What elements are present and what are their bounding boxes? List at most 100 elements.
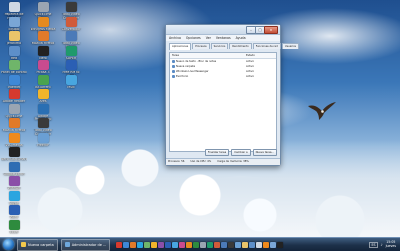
task-row[interactable]: Escritorio Activo [170, 74, 276, 79]
menu-help[interactable]: Ayuda [236, 35, 246, 41]
quick-launch-icon[interactable] [249, 241, 256, 248]
quick-launch-icon[interactable] [228, 241, 235, 248]
adobe-photoshop-icon [37, 103, 49, 114]
application-icon [172, 60, 175, 63]
quick-launch-icon[interactable] [221, 241, 228, 248]
administrador-de-icon [64, 242, 70, 247]
quick-launch-icon[interactable] [263, 241, 270, 248]
volume-icon[interactable]: ♪ [381, 243, 383, 247]
applications-list[interactable]: Tarea Estado Nuevo de texto - Bloc de no… [169, 52, 277, 152]
quick-launch-icon[interactable] [277, 241, 284, 248]
task-manager-window[interactable]: – □ × Archivo Opciones Ver Ventanas Ayud… [165, 24, 300, 166]
menu-options[interactable]: Opciones [186, 35, 201, 41]
application-icon [172, 65, 175, 68]
quick-launch-icon[interactable] [179, 241, 186, 248]
clock-day: Jueves [385, 243, 396, 248]
windows-media-player-icon [37, 16, 49, 27]
end-task-button[interactable]: Finalizar tarea [204, 149, 230, 156]
nero-startsmart-icon [8, 147, 20, 157]
tab-networking[interactable]: Funciones de red [252, 43, 281, 49]
desktop-icon-freerip[interactable]: FreeRIP [30, 132, 56, 151]
quick-launch-icon[interactable] [158, 241, 165, 248]
quick-launch-icon[interactable] [165, 241, 172, 248]
free-rm-to-word-icon [65, 60, 77, 70]
freerip-icon [37, 132, 49, 143]
quick-launch-icon[interactable] [144, 241, 151, 248]
quick-launch-icon[interactable] [235, 241, 242, 248]
window-titlebar[interactable]: – □ × [166, 25, 280, 35]
column-status-header[interactable]: Estado [246, 53, 276, 58]
eagle-image [308, 102, 336, 120]
convertidor-icon [65, 16, 77, 27]
switch-to-button[interactable]: Cambiar a [231, 149, 251, 156]
column-task-header[interactable]: Tarea [170, 53, 246, 58]
desktop-icon-label: FreeRIP [37, 143, 49, 147]
application-icon [172, 70, 175, 73]
menu-file[interactable]: Archivo [169, 35, 181, 41]
desktop-icon-excel[interactable]: Excel [1, 219, 27, 238]
excel-icon [8, 219, 20, 230]
quick-launch-icon[interactable] [172, 241, 179, 248]
system-tray: ES ♪ 15:05 Jueves [369, 240, 400, 248]
language-indicator[interactable]: ES [369, 241, 378, 248]
quick-launch-icon[interactable] [123, 241, 130, 248]
equipo-icon [8, 16, 20, 27]
menu-windows[interactable]: Ventanas [216, 35, 231, 41]
internet-icon [8, 74, 20, 85]
taskbar-button-label: Administrador de ... [71, 242, 107, 247]
tab-applications[interactable]: Aplicaciones [169, 43, 192, 50]
quick-launch-icon[interactable] [151, 241, 158, 248]
close-button[interactable]: × [264, 26, 278, 34]
papelera-de-reciclaje-icon [8, 2, 20, 12]
word-icon [8, 205, 20, 215]
tab-services[interactable]: Servicios [210, 43, 229, 49]
quick-launch-icon[interactable] [130, 241, 137, 248]
tab-performance[interactable]: Rendimiento [229, 43, 252, 49]
vlc-media-player-icon [8, 132, 20, 143]
nueva-carpeta-icon [21, 242, 26, 247]
taskbar-button-nueva-carpeta[interactable]: Nueva carpeta [17, 238, 58, 251]
clock[interactable]: 15:05 Jueves [385, 240, 396, 248]
jeronimo-icon [8, 31, 20, 41]
tab-strip: Aplicaciones Procesos Servicios Rendimie… [166, 41, 300, 50]
window-button-row: Finalizar tarea Cambiar a Nueva tarea... [204, 149, 277, 156]
total-video-converter-icon [65, 2, 77, 12]
quick-launch-bar [116, 241, 284, 248]
panel-de-control-icon [8, 60, 20, 70]
tab-users[interactable]: Usuarios [281, 43, 300, 49]
quick-launch-icon[interactable] [270, 241, 277, 248]
mozilla-firefox-icon [37, 31, 49, 41]
quick-launch-icon[interactable] [242, 241, 249, 248]
winrar-icon [8, 176, 20, 186]
quick-launch-icon[interactable] [207, 241, 214, 248]
adobe-reader-icon [8, 89, 20, 99]
status-bar: Procesos: 56 Uso de CPU: 4% Carga de mem… [166, 158, 280, 165]
desktop-icon-label: MSN [67, 85, 75, 89]
tab-processes[interactable]: Procesos [192, 43, 210, 49]
quick-launch-icon[interactable] [200, 241, 207, 248]
ares-icon [37, 89, 49, 99]
quick-launch-icon[interactable] [256, 241, 263, 248]
skype-icon [8, 190, 20, 201]
msn-icon [65, 74, 77, 85]
taskbar-button-label: Nueva carpeta [28, 242, 54, 247]
quick-launch-icon[interactable] [193, 241, 200, 248]
taskbar-button-administrador-de[interactable]: Administrador de ... [60, 238, 111, 251]
mozilla-firefox-icon [8, 118, 20, 128]
status-processes: Procesos: 56 [168, 160, 185, 163]
desktop-icon-msn[interactable]: MSN [58, 74, 84, 93]
super-icon [65, 45, 77, 56]
new-task-button[interactable]: Nueva tarea... [252, 149, 277, 156]
quick-launch-icon[interactable] [186, 241, 193, 248]
menu-view[interactable]: Ver [206, 35, 211, 41]
task-name: Escritorio [176, 75, 189, 78]
quick-launch-icon[interactable] [116, 241, 123, 248]
picasa-3-icon [37, 60, 49, 70]
quicktime-player-icon [37, 2, 49, 12]
nero-icon [37, 45, 49, 56]
bittorrent-icon [37, 74, 49, 85]
quick-launch-icon[interactable] [137, 241, 144, 248]
total-video-converter-icon [37, 118, 49, 128]
start-button[interactable] [3, 239, 14, 250]
quick-launch-icon[interactable] [214, 241, 221, 248]
